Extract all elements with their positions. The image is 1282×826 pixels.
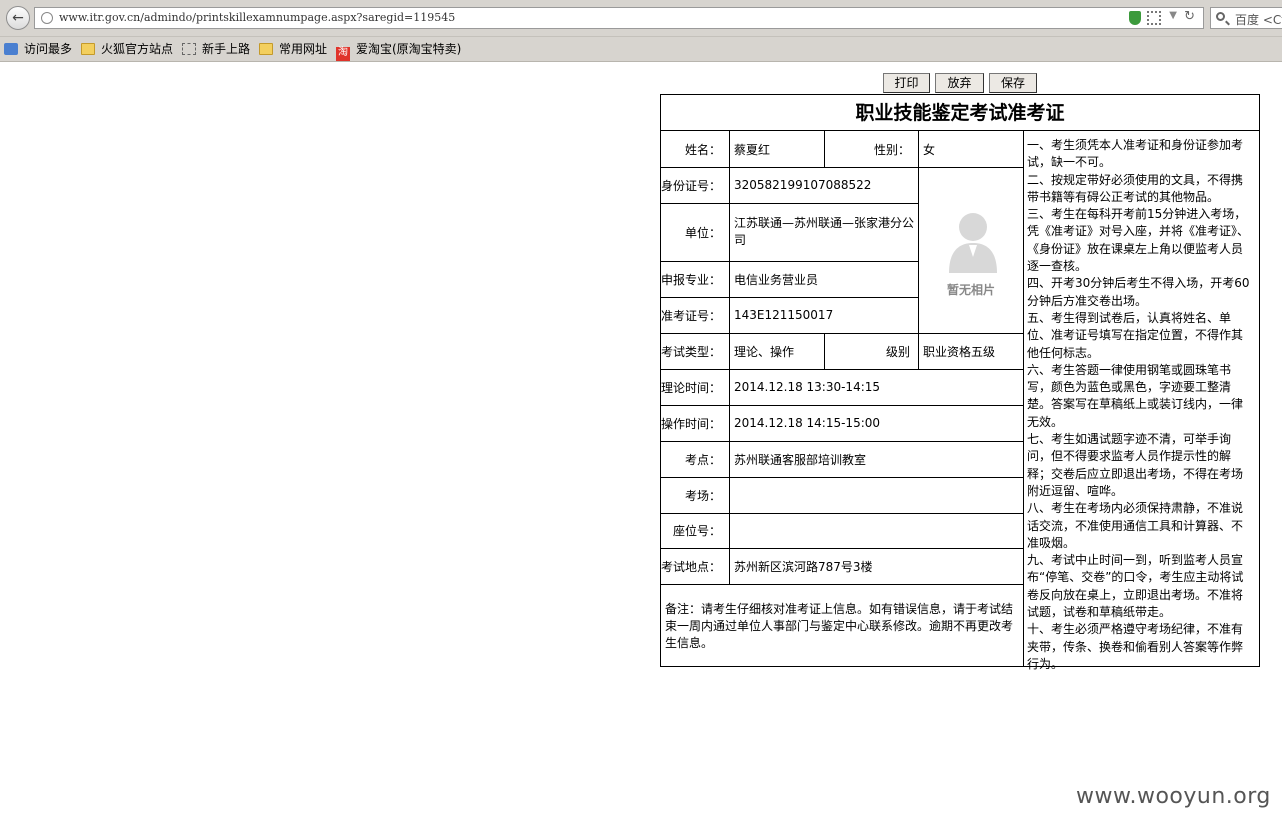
bookmark-label: 爱淘宝(原淘宝特卖) [356, 42, 462, 56]
watermark: www.wooyun.org [1076, 784, 1271, 809]
grid-line [1023, 131, 1024, 667]
rule-item: 四、开考30分钟后考生不得入场，开考60分钟后方准交卷出场。 [1027, 276, 1250, 308]
rule-item: 十、考生必须严格遵守考场纪律，不准有夹带，传条、换卷和偷看别人答案等作弊行为。 [1027, 622, 1244, 671]
theory-time-value: 2014.12.18 13:30-14:15 [734, 380, 881, 394]
ticket-number-value: 143E121150017 [734, 308, 834, 322]
url-text[interactable]: www.itr.gov.cn/admindo/printskillexamnum… [59, 11, 455, 24]
reload-icon[interactable]: ↻ [1184, 9, 1195, 24]
rule-item: 一、考生须凭本人准考证和身份证参加考试，缺一不可。 [1027, 138, 1244, 170]
back-button[interactable]: ← [6, 6, 30, 30]
save-button[interactable]: 保存 [989, 73, 1037, 93]
rule-item: 二、按规定带好必须使用的文具，不得携带书籍等有碍公正考试的其他物品。 [1027, 172, 1244, 204]
exam-type-value: 理论、操作 [734, 344, 795, 359]
search-icon [1216, 12, 1225, 21]
rule-item: 六、考生答题一律使用钢笔或圆珠笔书写，颜色为蓝色或黑色，字迹要工整清楚。答案写在… [1027, 362, 1244, 429]
seat-number-label: 座位号： [672, 524, 721, 538]
ticket-number-label: 准考证号： [661, 308, 722, 323]
bookmark-label: 访问最多 [24, 42, 73, 56]
id-number-label: 身份证号： [661, 178, 722, 193]
level-label: 级别 [885, 344, 910, 359]
page-icon [182, 43, 196, 55]
taobao-icon: 淘 [336, 47, 350, 61]
search-box[interactable]: 百度 <Ct [1210, 7, 1282, 29]
rule-item: 九、考试中止时间一到，听到监考人员宣布“停笔、交卷”的口令，考生应主动将试卷反向… [1027, 553, 1244, 620]
exam-address-value: 苏州新区滨河路787号3楼 [734, 559, 873, 574]
exam-site-label: 考点： [684, 452, 721, 467]
qr-code-icon[interactable] [1147, 11, 1161, 25]
practice-time-value: 2014.12.18 14:15-15:00 [734, 416, 881, 430]
exam-address-label: 考试地点： [661, 559, 722, 574]
search-input[interactable]: 百度 <Ct [1235, 11, 1282, 28]
dropdown-arrow-icon[interactable]: ▼ [1169, 10, 1177, 21]
rule-item: 八、考生在考场内必须保持肃静，不准说话交流，不准使用通信工具和计算器、不准吸烟。 [1027, 501, 1244, 550]
rule-item: 七、考生如遇试题字迹不清，可举手询问，但不得要求监考人员作提示性的解释；交卷后应… [1027, 432, 1244, 498]
gender-value: 女 [923, 142, 936, 157]
bookmark-getting-started[interactable]: 新手上路 [182, 40, 250, 58]
exam-room-value [730, 477, 1023, 513]
level-value: 职业资格五级 [923, 344, 996, 359]
photo-placeholder-text: 暂无相片 [946, 283, 995, 297]
admission-card: 职业技能鉴定考试准考证 姓名： 蔡夏红 性别： 女 身份证号： 32058219… [660, 94, 1260, 671]
exam-type-label: 考试类型： [661, 344, 722, 359]
seat-number-value [730, 513, 1023, 548]
employer-label: 单位： [684, 225, 721, 240]
rule-item: 五、考生得到试卷后，认真将姓名、单位、准考证号填写在指定位置，不得作其他任何标志… [1027, 310, 1244, 360]
bookmark-firefox-site[interactable]: 火狐官方站点 [81, 40, 173, 58]
most-visited-icon [4, 43, 18, 55]
bookmark-most-visited[interactable]: 访问最多 [4, 40, 72, 58]
name-value: 蔡夏红 [734, 142, 771, 157]
major-value: 电信业务营业员 [734, 272, 819, 287]
practice-time-label: 操作时间： [661, 416, 722, 431]
exam-room-label: 考场： [684, 488, 721, 503]
name-label: 姓名： [684, 142, 721, 157]
globe-icon [41, 12, 53, 24]
bookmarks-toolbar: 访问最多 火狐官方站点 新手上路 常用网址 淘爱淘宝(原淘宝特卖) [0, 37, 1282, 62]
shield-icon[interactable] [1129, 11, 1141, 25]
folder-icon [81, 43, 95, 55]
back-arrow-icon: ← [12, 10, 24, 26]
exam-site-value: 苏州联通客服部培训教室 [734, 452, 867, 467]
rule-item: 三、考生在每科开考前15分钟进入考场，凭《准考证》对号入座，并将《准考证》、《身… [1027, 207, 1250, 274]
browser-navbar: ← www.itr.gov.cn/admindo/printskillexamn… [0, 0, 1282, 37]
bookmark-label: 火狐官方站点 [101, 42, 174, 56]
id-number-value: 320582199107088522 [734, 178, 872, 192]
gender-label: 性别： [873, 142, 910, 157]
bookmark-label: 常用网址 [279, 42, 328, 56]
note-text: 备注：请考生仔细核对准考证上信息。如有错误信息，请于考试结束一周内通过单位人事部… [665, 602, 1014, 650]
url-bar[interactable]: www.itr.gov.cn/admindo/printskillexamnum… [34, 7, 1204, 29]
discard-button[interactable]: 放弃 [935, 73, 984, 93]
print-button[interactable]: 打印 [883, 73, 930, 93]
folder-icon [259, 43, 273, 55]
grid-line [661, 584, 1023, 585]
theory-time-label: 理论时间： [661, 380, 722, 395]
employer-value: 江苏联通—苏州联通—张家港分公司 [734, 216, 914, 247]
card-title: 职业技能鉴定考试准考证 [661, 95, 1259, 131]
bookmark-common-sites[interactable]: 常用网址 [259, 40, 327, 58]
major-label: 申报专业： [661, 272, 722, 287]
person-silhouette-icon [949, 213, 997, 273]
exam-rules: 一、考生须凭本人准考证和身份证参加考试，缺一不可。 二、按规定带好必须使用的文具… [1027, 137, 1251, 673]
bookmark-aitaobao[interactable]: 淘爱淘宝(原淘宝特卖) [336, 40, 462, 61]
bookmark-label: 新手上路 [202, 42, 251, 56]
